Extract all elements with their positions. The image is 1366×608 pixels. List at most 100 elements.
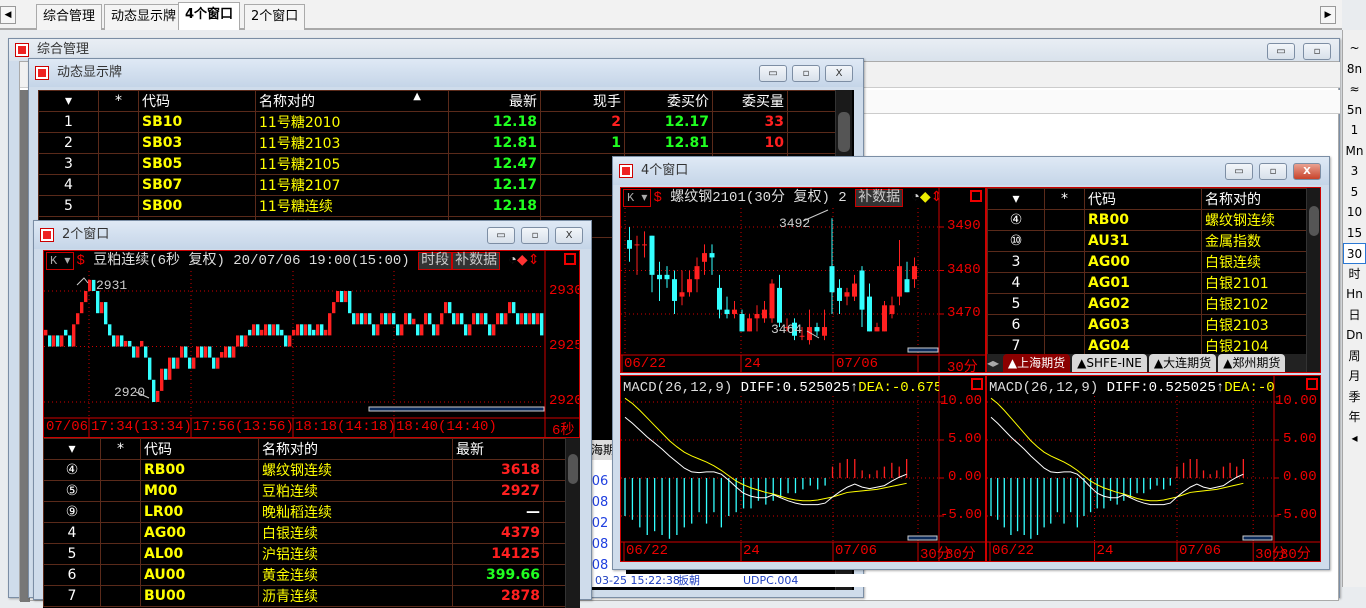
close-button[interactable]: X	[825, 65, 853, 82]
period-button-≈[interactable]: ≈	[1343, 79, 1366, 100]
macd-diff: DIFF:0.525025	[1106, 380, 1216, 396]
minimize-button[interactable]: ▭	[759, 65, 787, 82]
close-button[interactable]: X	[1293, 163, 1321, 180]
table-row[interactable]: ④ RB00 螺纹钢连续 3618	[43, 459, 566, 481]
column-header[interactable]: 委买量	[712, 90, 788, 112]
tab-2-windows[interactable]: 2个窗口	[244, 4, 306, 30]
tab-dynamic-board[interactable]: 动态显示牌	[104, 4, 184, 30]
period-button-周[interactable]: 周	[1343, 346, 1366, 367]
tick-chart-panel[interactable]: K ▾ $ 豆粕连续(6秒 复权) 20/07/06 19:00(15:00) 时…	[43, 250, 580, 438]
period-button-季[interactable]: 季	[1343, 387, 1366, 408]
tab-scroll-right-button[interactable]: ▶	[1320, 6, 1336, 24]
column-header[interactable]	[787, 90, 836, 112]
minimize-button[interactable]: ▭	[487, 227, 515, 244]
bid-price: 12.81	[624, 132, 713, 154]
column-header[interactable]: 代码	[138, 90, 256, 112]
macd-panel-left[interactable]: MACD(26,12,9) DIFF:0.525025↑DEA:-0.675 10…	[620, 375, 986, 562]
latest-price: 12.17	[448, 174, 541, 196]
period-button-Mn[interactable]: Mn	[1343, 141, 1366, 162]
kline-chart-panel[interactable]: K ▾ $ 螺纹钢2101(30分 复权) 2 补数据 ◔◆⇕ 3492 3464…	[620, 187, 986, 373]
dynamic-board-titlebar: 动态显示牌	[29, 59, 863, 87]
period-button-Hn[interactable]: Hn	[1343, 284, 1366, 305]
market-tab[interactable]: ▲郑州期货	[1218, 354, 1286, 372]
period-button-3[interactable]: 3	[1343, 161, 1366, 182]
table-row[interactable]: 7 BU00 沥青连续 2878	[43, 585, 566, 607]
maximize-button[interactable]: ▫	[792, 65, 820, 82]
period-button-15[interactable]: 15	[1343, 223, 1366, 244]
period-button-30[interactable]: 30	[1343, 243, 1366, 264]
table-row[interactable]: 4 AG01 白银2101	[987, 272, 1307, 294]
period-button-10[interactable]: 10	[1343, 202, 1366, 223]
x-tick-label: 07/06	[835, 543, 878, 559]
column-header[interactable]: *	[98, 90, 139, 112]
table-row[interactable]: ⑤ M00 豆粕连续 2927	[43, 480, 566, 502]
period-button-8n[interactable]: 8n	[1343, 59, 1366, 80]
table-row[interactable]: 2 SB03 11号糖2103 12.81 1 12.81 10	[38, 132, 836, 154]
table-row[interactable]: ④ RB00 螺纹钢连续	[987, 209, 1307, 231]
tick-bar	[80, 302, 84, 314]
column-header[interactable]: ▾	[987, 188, 1045, 210]
row-star	[100, 564, 141, 586]
table-row[interactable]: 4 AG00 白银连续 4379	[43, 522, 566, 544]
market-tab[interactable]: ▲SHFE-INE	[1072, 354, 1147, 372]
table-row[interactable]: 6 AG03 白银2103	[987, 314, 1307, 336]
column-header[interactable]: 委买价	[624, 90, 713, 112]
toolbar-collapse-icon[interactable]: ◂	[1343, 428, 1366, 449]
close-button[interactable]: X	[555, 227, 583, 244]
y-tick-label: 5.00	[948, 431, 982, 447]
column-header[interactable]: 名称对的	[258, 438, 453, 460]
maximize-button[interactable]: ▫	[521, 227, 549, 244]
table-row[interactable]: 5 AL00 沪铝连续 14125	[43, 543, 566, 565]
period-button-5n[interactable]: 5n	[1343, 100, 1366, 121]
row-index: 6	[43, 564, 101, 586]
period-button-Dn[interactable]: Dn	[1343, 325, 1366, 346]
tick-bar	[276, 324, 280, 336]
table-row[interactable]: 5 AG02 白银2102	[987, 293, 1307, 315]
column-header[interactable]: *	[100, 438, 141, 460]
tick-bar	[228, 346, 232, 358]
column-header[interactable]: ▾	[38, 90, 99, 112]
maximize-pane-icon[interactable]	[971, 378, 983, 390]
period-button-~[interactable]: ~	[1343, 38, 1366, 59]
macd-dea: DEA:-0.675	[858, 380, 939, 396]
column-header[interactable]: *	[1044, 188, 1085, 210]
row-code: SB00	[138, 195, 256, 217]
tab-overview[interactable]: 综合管理	[36, 4, 103, 30]
list-scrollbar[interactable]	[1306, 188, 1320, 372]
period-button-月[interactable]: 月	[1343, 366, 1366, 387]
table-row[interactable]: 6 AU00 黄金连续 399.66	[43, 564, 566, 586]
column-header[interactable]: 名称对的	[1201, 188, 1307, 210]
column-header[interactable]: 最新	[452, 438, 544, 460]
table-row[interactable]: 1 SB10 11号糖2010 12.18 2 12.17 33	[38, 111, 836, 133]
period-button-5[interactable]: 5	[1343, 182, 1366, 203]
period-button-时[interactable]: 时	[1343, 264, 1366, 285]
period-button-日[interactable]: 日	[1343, 305, 1366, 326]
column-header[interactable]: ▾	[43, 438, 101, 460]
tab-nav-arrows[interactable]: ◂▸	[987, 356, 1003, 370]
market-tab[interactable]: ▲大连期货	[1148, 354, 1217, 372]
maximize-button[interactable]: ▫	[1259, 163, 1287, 180]
period-button-1[interactable]: 1	[1343, 120, 1366, 141]
tab-scroll-left-button[interactable]: ◀	[0, 6, 16, 24]
column-header[interactable]: 现手	[540, 90, 625, 112]
tab-4-windows[interactable]: 4个窗口	[178, 2, 241, 30]
column-header[interactable]: 名称对的 ▲	[255, 90, 449, 112]
market-tab[interactable]: ▲上海期货	[1002, 354, 1071, 372]
sort-icon[interactable]: ▲	[413, 92, 421, 103]
column-header[interactable]: 代码	[1084, 188, 1202, 210]
candle-body	[649, 235, 655, 275]
minimize-button[interactable]: ▭	[1267, 43, 1295, 60]
column-header[interactable]: 最新	[448, 90, 541, 112]
column-header[interactable]: 代码	[140, 438, 259, 460]
period-button-年[interactable]: 年	[1343, 407, 1366, 428]
x-tick-label: 30分	[945, 547, 976, 562]
table-row[interactable]: 3 AG00 白银连续	[987, 251, 1307, 273]
minimize-button[interactable]: ▭	[1225, 163, 1253, 180]
table-row[interactable]: ⑨ LR00 晚籼稻连续 —	[43, 501, 566, 523]
table-row[interactable]: ⑩ AU31 金属指数	[987, 230, 1307, 252]
macd-panel-right[interactable]: MACD(26,12,9) DIFF:0.525025↑DEA:-0.10.00…	[986, 375, 1321, 562]
maximize-button[interactable]: ▫	[1303, 43, 1331, 60]
maximize-pane-icon[interactable]	[1306, 378, 1318, 390]
list-scrollbar[interactable]	[565, 438, 580, 608]
row-blank	[543, 585, 566, 607]
